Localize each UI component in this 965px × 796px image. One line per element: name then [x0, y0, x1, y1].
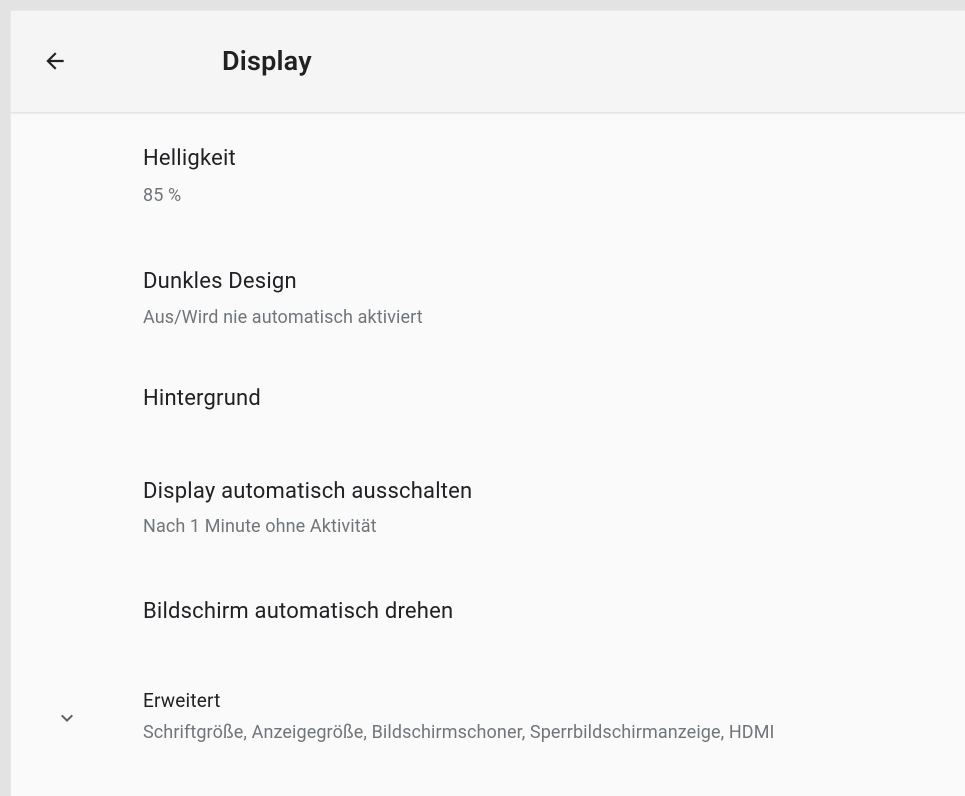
setting-title: Bildschirm automatisch drehen: [143, 599, 454, 624]
back-button[interactable]: [31, 37, 79, 85]
arrow-back-icon: [46, 52, 64, 70]
setting-summary: Nach 1 Minute ohne Aktivität: [143, 516, 377, 537]
settings-screen: Display Helligkeit 85 % Dunkles Design A…: [10, 10, 965, 796]
setting-advanced[interactable]: Erweitert Schriftgröße, Anzeigegröße, Bi…: [11, 656, 965, 766]
app-bar: Display: [11, 11, 965, 113]
setting-summary: Schriftgröße, Anzeigegröße, Bildschirmsc…: [143, 722, 775, 743]
page-title: Display: [222, 45, 312, 77]
setting-summary: 85 %: [143, 185, 182, 206]
setting-summary: Aus/Wird nie automatisch aktiviert: [143, 307, 423, 328]
setting-title: Hintergrund: [143, 386, 262, 411]
setting-auto-rotate[interactable]: Bildschirm automatisch drehen: [11, 566, 965, 656]
chevron-down-icon: [61, 714, 73, 722]
setting-title: Helligkeit: [143, 146, 236, 171]
setting-dark-theme[interactable]: Dunkles Design Aus/Wird nie automatisch …: [11, 236, 965, 356]
setting-title: Display automatisch ausschalten: [143, 479, 473, 504]
setting-wallpaper[interactable]: Hintergrund: [11, 356, 965, 446]
setting-brightness[interactable]: Helligkeit 85 %: [11, 113, 965, 236]
setting-screen-timeout[interactable]: Display automatisch ausschalten Nach 1 M…: [11, 446, 965, 566]
setting-title: Erweitert: [143, 689, 221, 712]
setting-title: Dunkles Design: [143, 269, 297, 294]
